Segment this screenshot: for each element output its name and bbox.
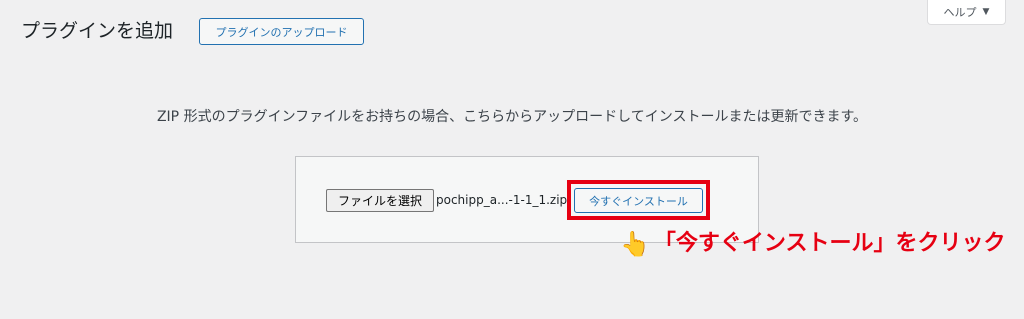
pointing-hand-icon: 👆 [620, 230, 650, 258]
caret-down-icon: ▼ [982, 7, 990, 17]
selected-file-name: pochipp_a...-1-1_1.zip [436, 193, 568, 207]
annotation-text: 「今すぐインストール」をクリック [653, 231, 1006, 256]
help-tab[interactable]: ヘルプ ▼ [927, 0, 1006, 25]
install-now-button[interactable]: 今すぐインストール [574, 188, 703, 213]
page-title: プラグインを追加 [21, 20, 174, 42]
upload-description: ZIP 形式のプラグインファイルをお持ちの場合、こちらからアップロードしてインス… [156, 109, 868, 125]
choose-file-button[interactable]: ファイルを選択 [326, 189, 434, 212]
annotation-callout: 👆 「今すぐインストール」をクリック [620, 226, 1005, 262]
upload-plugin-button[interactable]: プラグインのアップロード [199, 18, 364, 45]
help-tab-label: ヘルプ [943, 6, 977, 19]
